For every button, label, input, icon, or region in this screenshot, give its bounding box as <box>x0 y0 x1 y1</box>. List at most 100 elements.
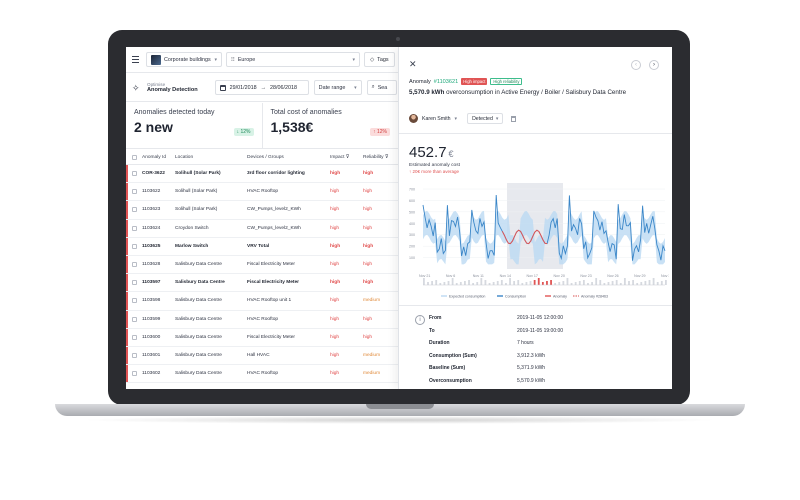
detail-row: Duration 7 hours <box>429 340 534 346</box>
status-select[interactable]: Detected ▾ <box>467 113 504 124</box>
cell-impact: high <box>330 316 340 322</box>
cell-location: Marlow Switch <box>175 243 209 249</box>
assignment-row: Karen Smith ▾ Detected ▾ <box>409 113 517 124</box>
cost-block: 452.7 € Estimated anomaly cost ↑ 20€ more… <box>409 144 460 174</box>
cost-unit: € <box>448 149 454 159</box>
assignee-select[interactable]: Karen Smith ▾ <box>409 114 457 123</box>
cell-reliability: high <box>363 225 373 231</box>
globe-icon: ⁝⁝ <box>231 57 235 63</box>
date-range-picker[interactable]: 29/01/2018 → 28/06/2018 <box>214 80 309 95</box>
table-row[interactable]: 1103599 Salisbury Data Centre HVAC Rooftop… <box>126 310 398 329</box>
x-tick-label: Nov 29 <box>634 274 645 278</box>
kpi-anomalies: Anomalies detected today 2 new ↓ 12% <box>126 103 262 148</box>
navigator-bar <box>570 283 573 285</box>
row-checkbox[interactable] <box>131 298 137 304</box>
x-tick-label: Nov 17 <box>527 274 538 278</box>
filter-icon: ⊽ <box>345 155 350 160</box>
region-select[interactable]: ⁝⁝ Europe ▾ <box>226 52 360 67</box>
col-reliability-label: Reliability <box>363 155 384 160</box>
cell-anomaly-id: COR-3622 <box>142 171 165 177</box>
cell-impact: high <box>330 243 341 249</box>
chevron-right-icon[interactable]: › <box>649 60 659 70</box>
close-icon[interactable]: ✕ <box>409 59 417 70</box>
table-row[interactable]: 1103623 Solihull (Solar Park) CW_Pumps_lev… <box>126 201 398 220</box>
cell-reliability: high <box>363 243 374 249</box>
x-tick-label: Nov 20 <box>553 274 564 278</box>
x-tick-label: Nov 23 <box>580 274 591 278</box>
menu-icon[interactable] <box>132 55 142 65</box>
anomaly-header: Anomaly #1103621 High impact High reliab… <box>409 78 665 97</box>
assignee-name: Karen Smith <box>422 115 451 122</box>
cell-reliability: high <box>363 262 373 268</box>
table-row[interactable]: 1103628 Salisbury Data Centre Fiscal Elect… <box>126 255 398 275</box>
table-row[interactable]: 1103622 Solihull (Solar Park) HVAC Rooftop… <box>126 183 398 202</box>
cell-anomaly-id: 1103623 <box>142 207 161 213</box>
row-checkbox[interactable] <box>131 189 137 195</box>
navigator-bar <box>505 283 507 285</box>
cell-device: Hall HVAC <box>247 352 270 358</box>
row-checkbox[interactable] <box>131 334 137 340</box>
navigator-bar <box>488 283 491 285</box>
table-row[interactable]: 1103602 Salisbury Data Centre HVAC Rooftop… <box>126 365 398 384</box>
table-header: Anomaly Id Location Devices / Groups Imp… <box>126 151 398 165</box>
anomaly-id-link[interactable]: #1103621 <box>434 79 458 85</box>
row-checkbox[interactable] <box>131 225 137 231</box>
calendar-icon <box>219 84 226 91</box>
navigator-bar <box>603 283 606 285</box>
trash-icon[interactable] <box>511 115 517 122</box>
col-devices[interactable]: Devices / Groups <box>247 155 330 160</box>
row-checkbox[interactable] <box>131 316 137 322</box>
cell-anomaly-id: 1103600 <box>142 334 161 340</box>
consumption-chart[interactable]: 700 600 500 400 300 200 100 Nov 21 Nov 6 Nov 11 No… <box>407 177 669 317</box>
search-input[interactable]: ⌕ Sea <box>366 80 397 95</box>
row-checkbox[interactable] <box>131 371 137 377</box>
table-row[interactable]: 1103601 Salisbury Data Centre Hall HVAC hig… <box>126 346 398 366</box>
row-checkbox[interactable] <box>131 207 137 213</box>
select-all-checkbox[interactable] <box>131 155 137 160</box>
cell-location: Solihull (Solar Park) <box>175 207 218 213</box>
table-row[interactable]: COR-3622 Solihull (Solar Park) 3rd floor c… <box>126 165 398 184</box>
row-checkbox[interactable] <box>131 171 137 177</box>
table-row[interactable]: 1103597 Salisbury Data Centre Fiscal Elect… <box>126 274 398 293</box>
cell-location: Solihull (Solar Park) <box>175 171 221 177</box>
table-row[interactable]: 1103624 Croydon Switch CW_Pumps_level2_KWh… <box>126 219 398 238</box>
y-tick-label: 400 <box>409 222 415 226</box>
chevron-down-icon: ▾ <box>495 115 499 122</box>
navigator-bar <box>521 283 524 285</box>
cell-impact: high <box>330 262 340 268</box>
row-checkbox[interactable] <box>131 262 137 268</box>
chevron-left-icon[interactable]: ‹ <box>631 60 641 70</box>
col-impact-label: Impact <box>330 155 345 160</box>
building-select[interactable]: Corporate buildings ▾ <box>146 52 222 67</box>
col-reliability[interactable]: Reliability ⊽ <box>363 155 398 160</box>
tags-button[interactable]: ◇ Tags <box>364 52 395 67</box>
cell-impact: high <box>330 371 340 377</box>
cell-impact: high <box>330 298 340 304</box>
table-row[interactable]: 1103625 Marlow Switch VRV Total high high <box>126 237 398 256</box>
cell-device: HVAC Rooftop <box>247 189 279 195</box>
cell-anomaly-id: 1103599 <box>142 316 161 322</box>
cell-impact: high <box>330 189 340 195</box>
col-anomaly-id[interactable]: Anomaly Id <box>142 155 175 160</box>
cell-location: Salisbury Data Centre <box>175 298 222 304</box>
navigator-bar <box>480 278 483 285</box>
date-range-select[interactable]: Date range ▾ <box>313 80 362 95</box>
row-checkbox[interactable] <box>131 280 137 286</box>
cell-anomaly-id: 1103598 <box>142 298 161 304</box>
module-title: Optimise Anomaly Detection <box>147 82 198 93</box>
table-row[interactable]: 1103600 Salisbury Data Centre Fiscal Elect… <box>126 328 398 347</box>
navigator-bar <box>632 280 634 285</box>
navigator-bar <box>525 282 528 285</box>
navigator-bar <box>476 282 479 285</box>
table-row[interactable]: 1103598 Salisbury Data Centre HVAC Rooftop… <box>126 292 398 311</box>
navigator-bar <box>451 278 454 285</box>
building-thumbnail <box>151 54 161 65</box>
cell-location: Salisbury Data Centre <box>175 371 222 377</box>
cell-anomaly-id: 1103625 <box>142 243 161 249</box>
col-impact[interactable]: Impact ⊽ <box>330 155 363 160</box>
row-checkbox[interactable] <box>131 352 137 358</box>
anomaly-prefix: Anomaly <box>409 78 431 85</box>
col-location[interactable]: Location <box>175 155 247 160</box>
laptop-notch <box>366 404 434 409</box>
row-checkbox[interactable] <box>131 243 137 249</box>
